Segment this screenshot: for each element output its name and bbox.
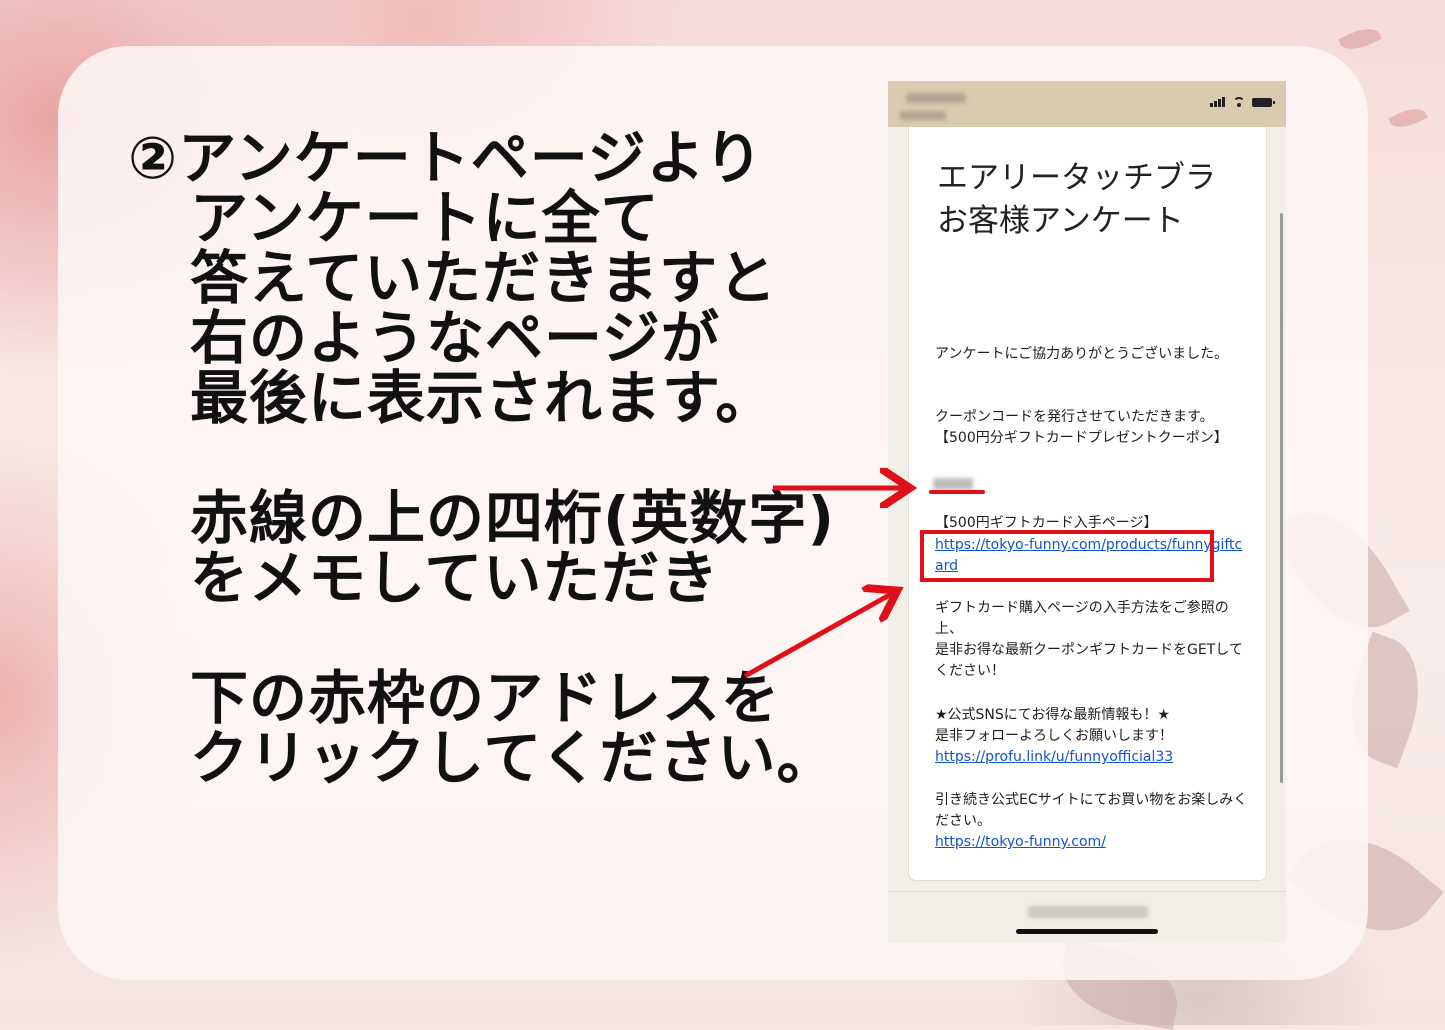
- arrow-to-gift-link: [743, 593, 893, 679]
- arrows: [743, 0, 1445, 679]
